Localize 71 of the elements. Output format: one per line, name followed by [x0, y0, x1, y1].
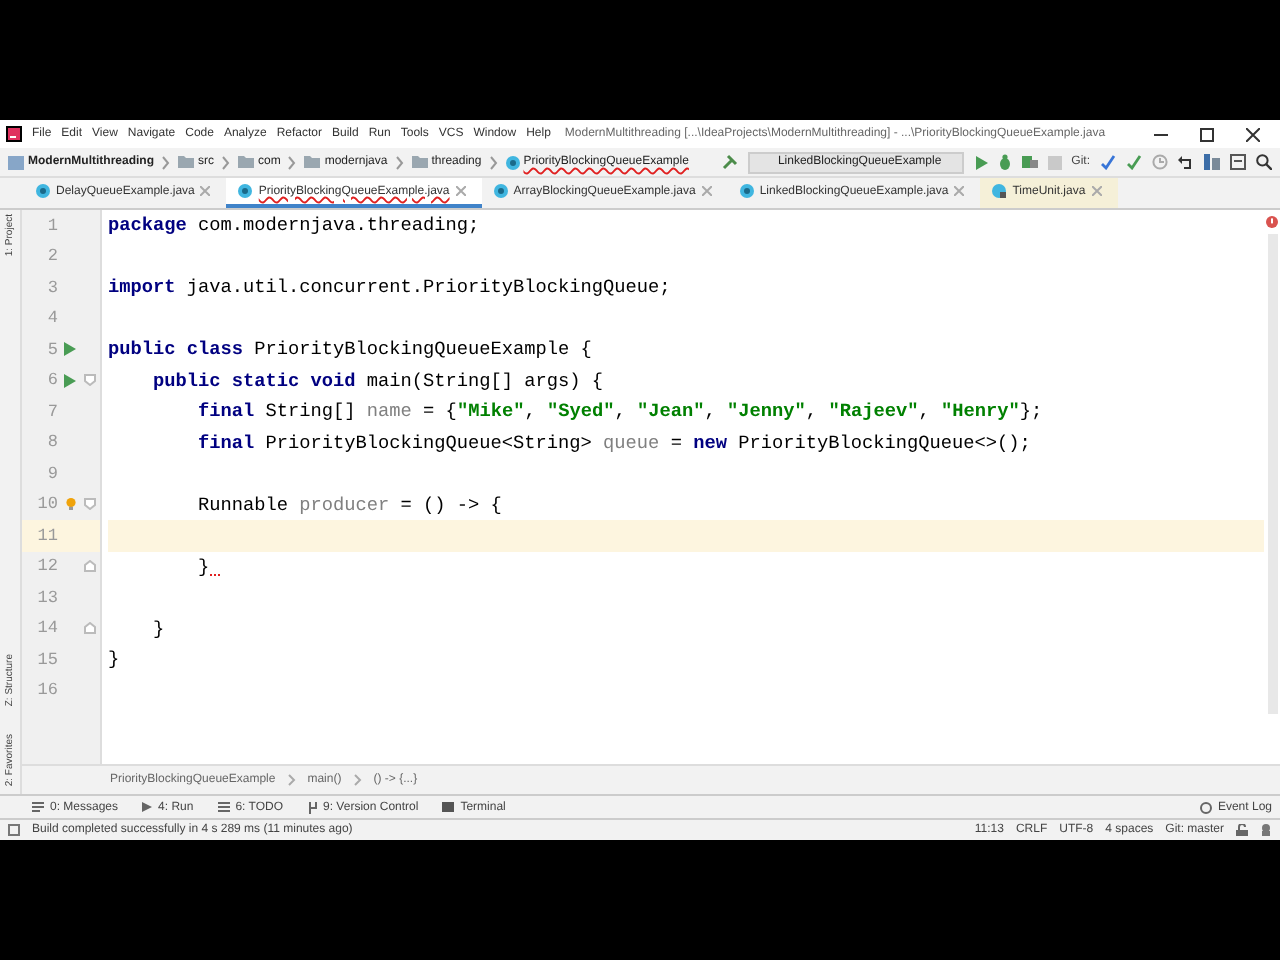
clock-icon[interactable]: [1152, 154, 1168, 170]
list-icon: [217, 802, 230, 812]
code-text: }: [108, 555, 220, 578]
folder-icon: [238, 156, 254, 168]
folder-icon: [411, 156, 428, 168]
run-icon[interactable]: [64, 342, 76, 357]
code-text: final String[] name = {"Mike", "Syed", "Jean", "Jenny", "Rajeev", "Henry"};: [196, 400, 1043, 423]
fold-icon[interactable]: [84, 374, 96, 387]
branch-icon: [307, 801, 318, 813]
code-text: final PriorityBlockingQueue<String> queue = new PriorityBlockingQueue<>();: [196, 431, 1031, 454]
terminal-icon: [442, 802, 455, 812]
line-number: 16: [35, 680, 58, 701]
line-number: 2: [45, 246, 58, 267]
chevron-icon: [489, 155, 498, 169]
fold-icon[interactable]: [84, 560, 96, 573]
code-text: }: [151, 617, 165, 640]
bug-icon[interactable]: [997, 154, 1012, 170]
search-icon[interactable]: [1256, 154, 1272, 170]
line-number: 4: [45, 308, 58, 329]
fold-icon[interactable]: [84, 622, 96, 635]
line-number: 1: [45, 215, 58, 236]
chevron-icon: [222, 155, 230, 169]
class-icon: [238, 184, 253, 198]
line-number: 9: [45, 463, 58, 484]
line-number: 3: [45, 277, 58, 298]
chevron-icon: [288, 155, 297, 169]
maximize-icon[interactable]: [1200, 127, 1214, 141]
error-icon: [1266, 216, 1278, 228]
line-number: 11: [35, 525, 58, 546]
run-icon[interactable]: [64, 373, 76, 388]
app-logo-icon: [6, 126, 22, 142]
code-text: import java.util.concurrent.PriorityBlockingQueue;: [108, 276, 671, 299]
run-icon[interactable]: [973, 155, 988, 169]
line-number: 14: [35, 618, 58, 639]
class-icon: [739, 184, 754, 198]
code-editor[interactable]: [22, 210, 1280, 764]
hammer-icon[interactable]: [721, 154, 738, 170]
fold-icon[interactable]: [84, 498, 96, 511]
project-structure-icon[interactable]: [1204, 154, 1220, 170]
chevron-icon: [162, 155, 170, 169]
chevron-icon: [395, 155, 404, 169]
class-icon: [992, 184, 1007, 198]
code-text: public class PriorityBlockingQueueExample {: [108, 338, 592, 361]
lock-icon[interactable]: [1236, 824, 1248, 836]
line-number: 5: [45, 339, 58, 360]
close-icon[interactable]: [1246, 127, 1260, 141]
line-number: 10: [35, 494, 58, 515]
lightbulb-icon[interactable]: [65, 498, 75, 511]
list-icon: [32, 802, 44, 812]
line-number: 15: [35, 649, 58, 670]
bubble-icon: [1199, 801, 1212, 813]
code-text: package com.modernjava.threading;: [108, 214, 480, 237]
folder-icon: [8, 155, 24, 169]
chevron-icon: [287, 774, 296, 786]
undo-icon[interactable]: [1178, 154, 1194, 170]
code-text: }: [108, 648, 120, 671]
folder-icon: [178, 156, 194, 168]
line-number: 12: [35, 556, 58, 577]
folder-icon: [304, 156, 321, 168]
line-number: 8: [45, 432, 58, 453]
coverage-icon[interactable]: [1021, 154, 1038, 170]
chevron-icon: [353, 774, 362, 786]
line-number: 7: [45, 401, 58, 422]
line-number: 13: [35, 587, 58, 608]
code-text: Runnable producer = () -> {: [196, 493, 502, 516]
window-icon[interactable]: [1230, 154, 1246, 170]
class-icon: [36, 184, 50, 198]
run-icon: [142, 802, 153, 812]
code-text: public static void main(String[] args) {: [151, 369, 604, 392]
status-icon[interactable]: [8, 824, 20, 836]
line-number: 6: [45, 370, 58, 391]
